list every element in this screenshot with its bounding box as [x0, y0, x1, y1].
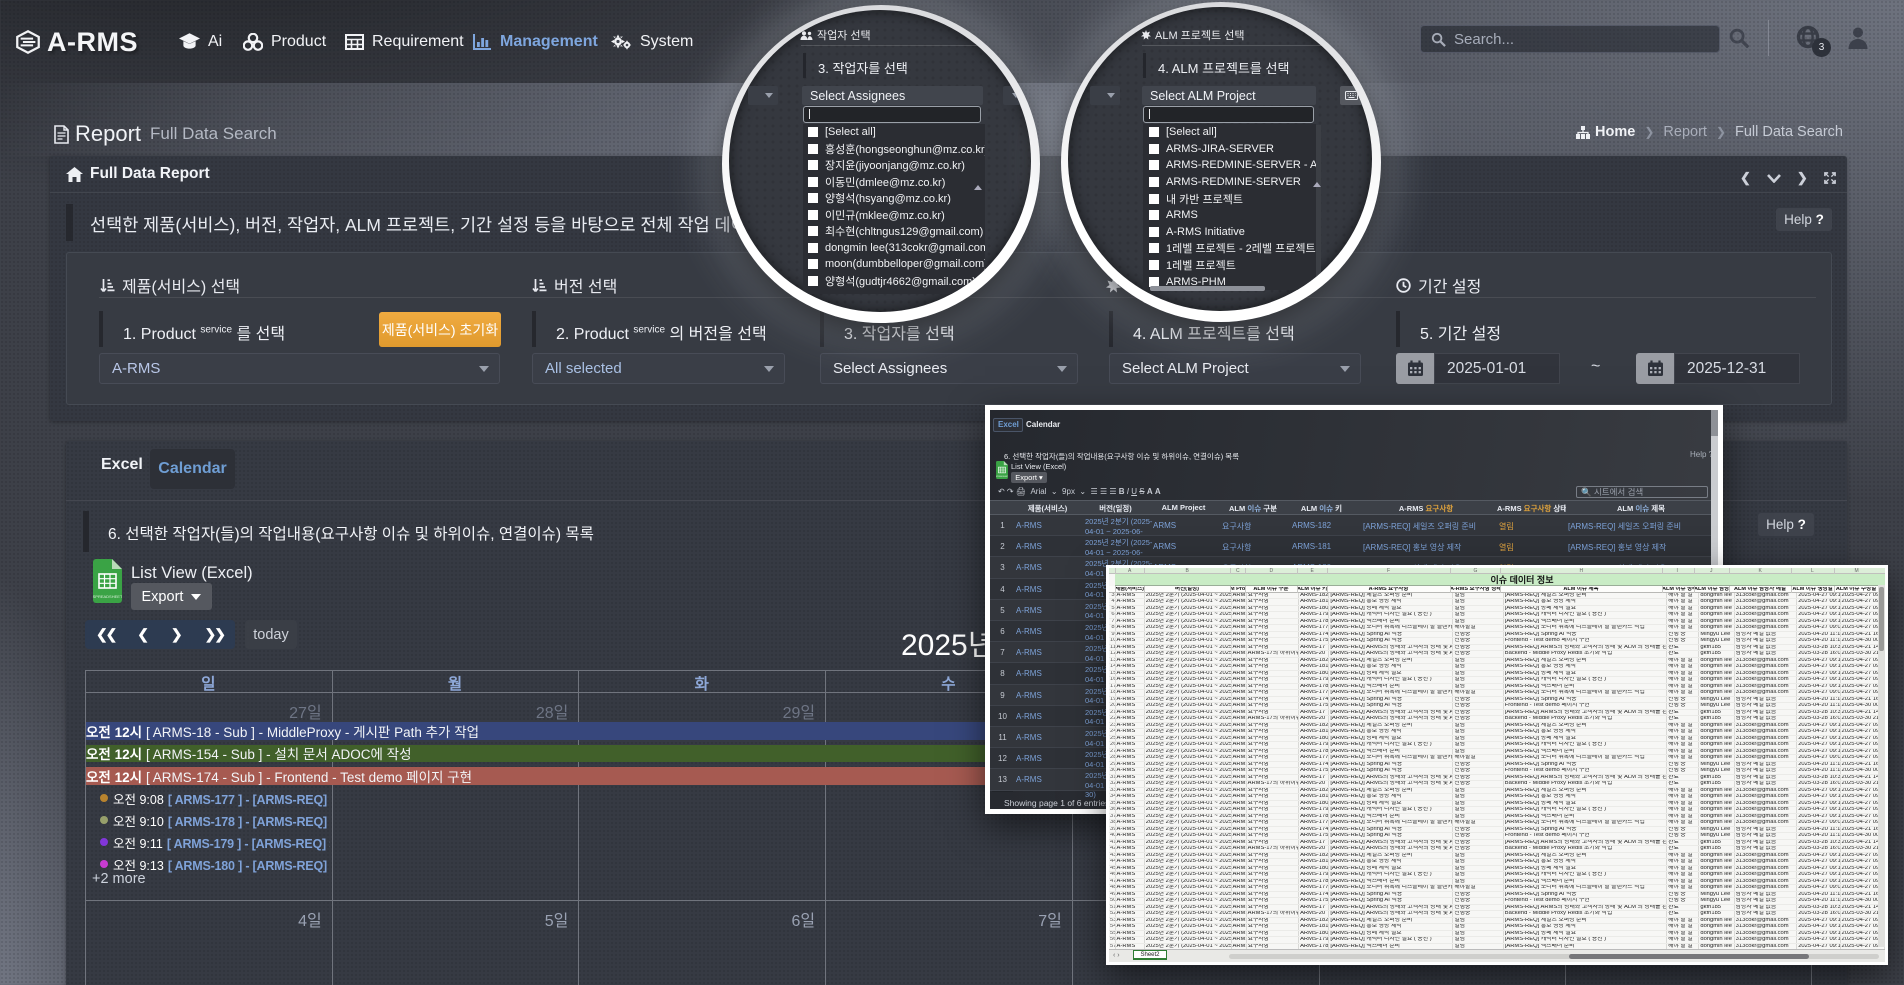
svg-text:SPREADSHEET: SPREADSHEET	[93, 594, 122, 599]
